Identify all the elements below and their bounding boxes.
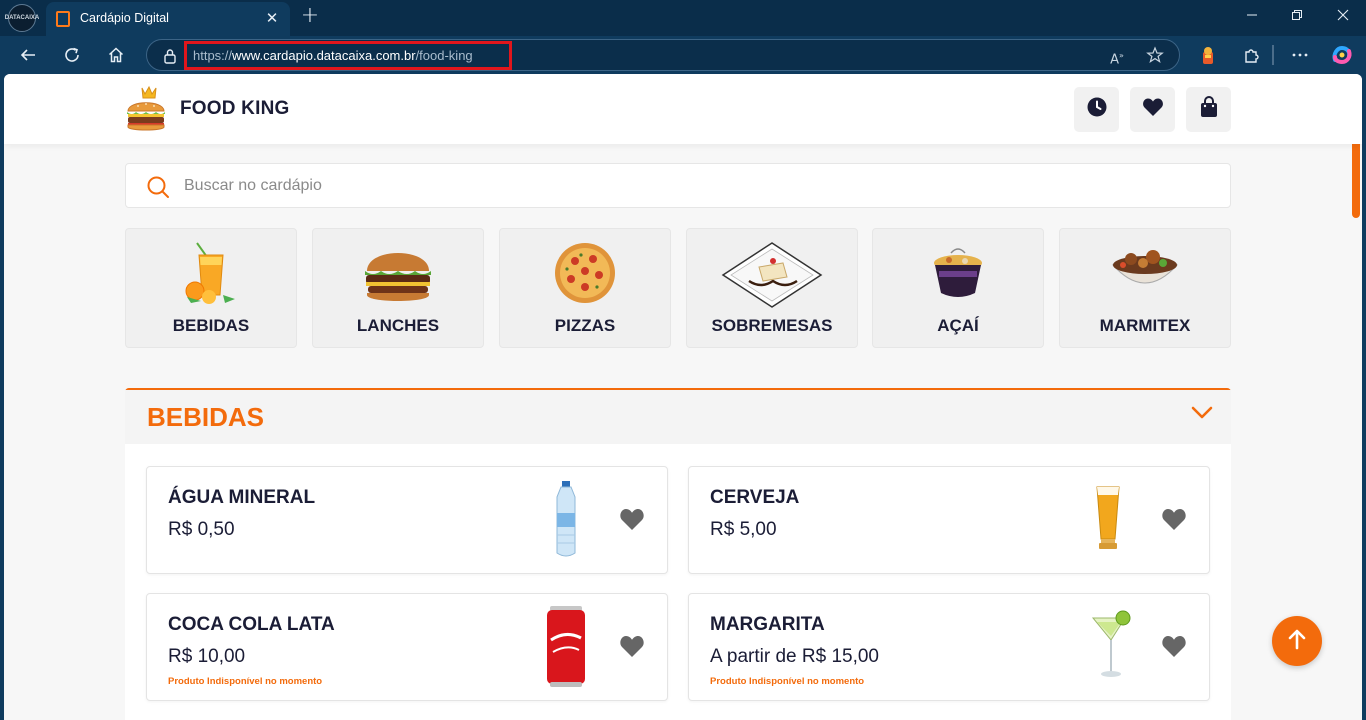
tab-title: Cardápio Digital <box>80 11 169 25</box>
orange-juice-image <box>179 241 243 310</box>
new-tab-button[interactable]: + <box>298 4 322 28</box>
copilot-icon[interactable] <box>1330 44 1354 66</box>
category-sobremesas[interactable]: SOBREMESAS <box>686 228 858 348</box>
category-label: LANCHES <box>356 316 440 335</box>
chevron-down-icon[interactable] <box>1191 406 1213 425</box>
favorite-heart-icon[interactable] <box>1161 507 1187 536</box>
product-card[interactable]: COCA COLA LATA R$ 10,00 Produto Indispon… <box>146 593 668 701</box>
category-acai[interactable]: AÇAÍ <box>872 228 1044 348</box>
scroll-to-top-button[interactable] <box>1272 616 1322 666</box>
clock-icon <box>1086 96 1108 123</box>
page-viewport: FOOD KING Buscar no cardápio BEBIDAS LAN… <box>4 74 1362 720</box>
url-field[interactable]: https://www.cardapio.datacaixa.com.br/fo… <box>146 39 1180 71</box>
profile-label: DATACAIXA <box>4 15 40 21</box>
search-icon <box>146 175 170 204</box>
category-pizzas[interactable]: PIZZAS <box>499 228 671 348</box>
category-label: PIZZAS <box>554 316 616 335</box>
browser-tab-bar: DATACAIXA Cardápio Digital ✕ + <box>0 0 1366 36</box>
favorite-heart-icon[interactable] <box>619 507 645 536</box>
site-header: FOOD KING <box>4 74 1362 144</box>
product-price: R$ 10,00 <box>168 646 246 667</box>
bebidas-section: BEBIDAS ÁGUA MINERAL R$ 0,50 CERVEJA R$ … <box>125 388 1231 720</box>
shopping-bag-icon <box>1199 96 1219 123</box>
read-aloud-icon[interactable]: A» <box>1107 46 1127 67</box>
meal-bowl-image <box>1109 241 1181 302</box>
pizza-image <box>553 241 617 310</box>
extension-figure-icon[interactable] <box>1196 44 1220 66</box>
restore-icon[interactable] <box>1285 6 1309 28</box>
close-window-icon[interactable] <box>1331 6 1355 28</box>
section-header[interactable]: BEBIDAS <box>125 390 1231 444</box>
burger-image <box>361 241 435 310</box>
favorite-star-icon[interactable] <box>1145 46 1165 66</box>
cart-button[interactable] <box>1186 87 1231 132</box>
category-label: MARMITEX <box>1099 316 1191 335</box>
unavailable-notice: Produto Indisponível no momento <box>710 676 865 687</box>
profile-avatar[interactable]: DATACAIXA <box>4 4 40 32</box>
refresh-icon[interactable] <box>59 42 85 68</box>
arrow-up-icon <box>1287 628 1307 655</box>
category-bebidas[interactable]: BEBIDAS <box>125 228 297 348</box>
address-bar: https://www.cardapio.datacaixa.com.br/fo… <box>0 36 1366 74</box>
lock-icon[interactable] <box>163 48 177 68</box>
favorite-heart-icon[interactable] <box>1161 634 1187 663</box>
category-label: AÇAÍ <box>937 316 979 335</box>
dessert-image <box>721 241 823 314</box>
extensions-puzzle-icon[interactable] <box>1240 44 1264 66</box>
product-card[interactable]: CERVEJA R$ 5,00 <box>688 466 1210 574</box>
favorites-button[interactable] <box>1130 87 1175 132</box>
search-bar <box>125 163 1231 208</box>
product-card[interactable]: MARGARITA A partir de R$ 15,00 Produto I… <box>688 593 1210 701</box>
url-host: www.cardapio.datacaixa.com.br <box>232 48 416 63</box>
product-name: CERVEJA <box>710 487 800 508</box>
category-marmitex[interactable]: MARMITEX <box>1059 228 1231 348</box>
burger-crown-logo[interactable] <box>124 84 168 139</box>
search-input[interactable] <box>184 164 1214 207</box>
category-label: SOBREMESAS <box>711 316 833 335</box>
product-card[interactable]: ÁGUA MINERAL R$ 0,50 <box>146 466 668 574</box>
product-price: R$ 0,50 <box>168 519 235 540</box>
favorite-heart-icon[interactable] <box>619 634 645 663</box>
category-label: BEBIDAS <box>172 316 250 335</box>
product-price: A partir de R$ 15,00 <box>710 646 879 667</box>
more-options-icon[interactable] <box>1288 44 1312 66</box>
toolbar-divider <box>1272 45 1274 65</box>
product-price: R$ 5,00 <box>710 519 777 540</box>
category-lanches[interactable]: LANCHES <box>312 228 484 348</box>
beer-glass-image <box>1095 485 1121 556</box>
url-protocol: https:// <box>193 48 233 63</box>
product-name: MARGARITA <box>710 614 825 635</box>
tablet-icon <box>56 11 70 27</box>
acai-bowl-image <box>931 241 985 306</box>
url-text: https://www.cardapio.datacaixa.com.br/fo… <box>193 48 473 63</box>
order-history-button[interactable] <box>1074 87 1119 132</box>
url-path: /food-king <box>415 48 473 63</box>
heart-icon <box>1142 97 1164 122</box>
unavailable-notice: Produto Indisponível no momento <box>168 676 323 687</box>
margarita-glass-image <box>1089 610 1133 685</box>
browser-tab-active[interactable]: Cardápio Digital ✕ <box>46 2 290 36</box>
back-arrow-icon[interactable] <box>15 42 41 68</box>
water-bottle-image <box>553 479 579 564</box>
brand-name[interactable]: FOOD KING <box>180 98 289 120</box>
section-title: BEBIDAS <box>147 402 265 432</box>
product-name: COCA COLA LATA <box>168 614 335 635</box>
home-icon[interactable] <box>103 42 129 68</box>
minimize-icon[interactable] <box>1240 6 1264 28</box>
coca-cola-can-image <box>545 606 587 693</box>
product-name: ÁGUA MINERAL <box>168 487 316 508</box>
close-tab-icon[interactable]: ✕ <box>262 8 282 28</box>
